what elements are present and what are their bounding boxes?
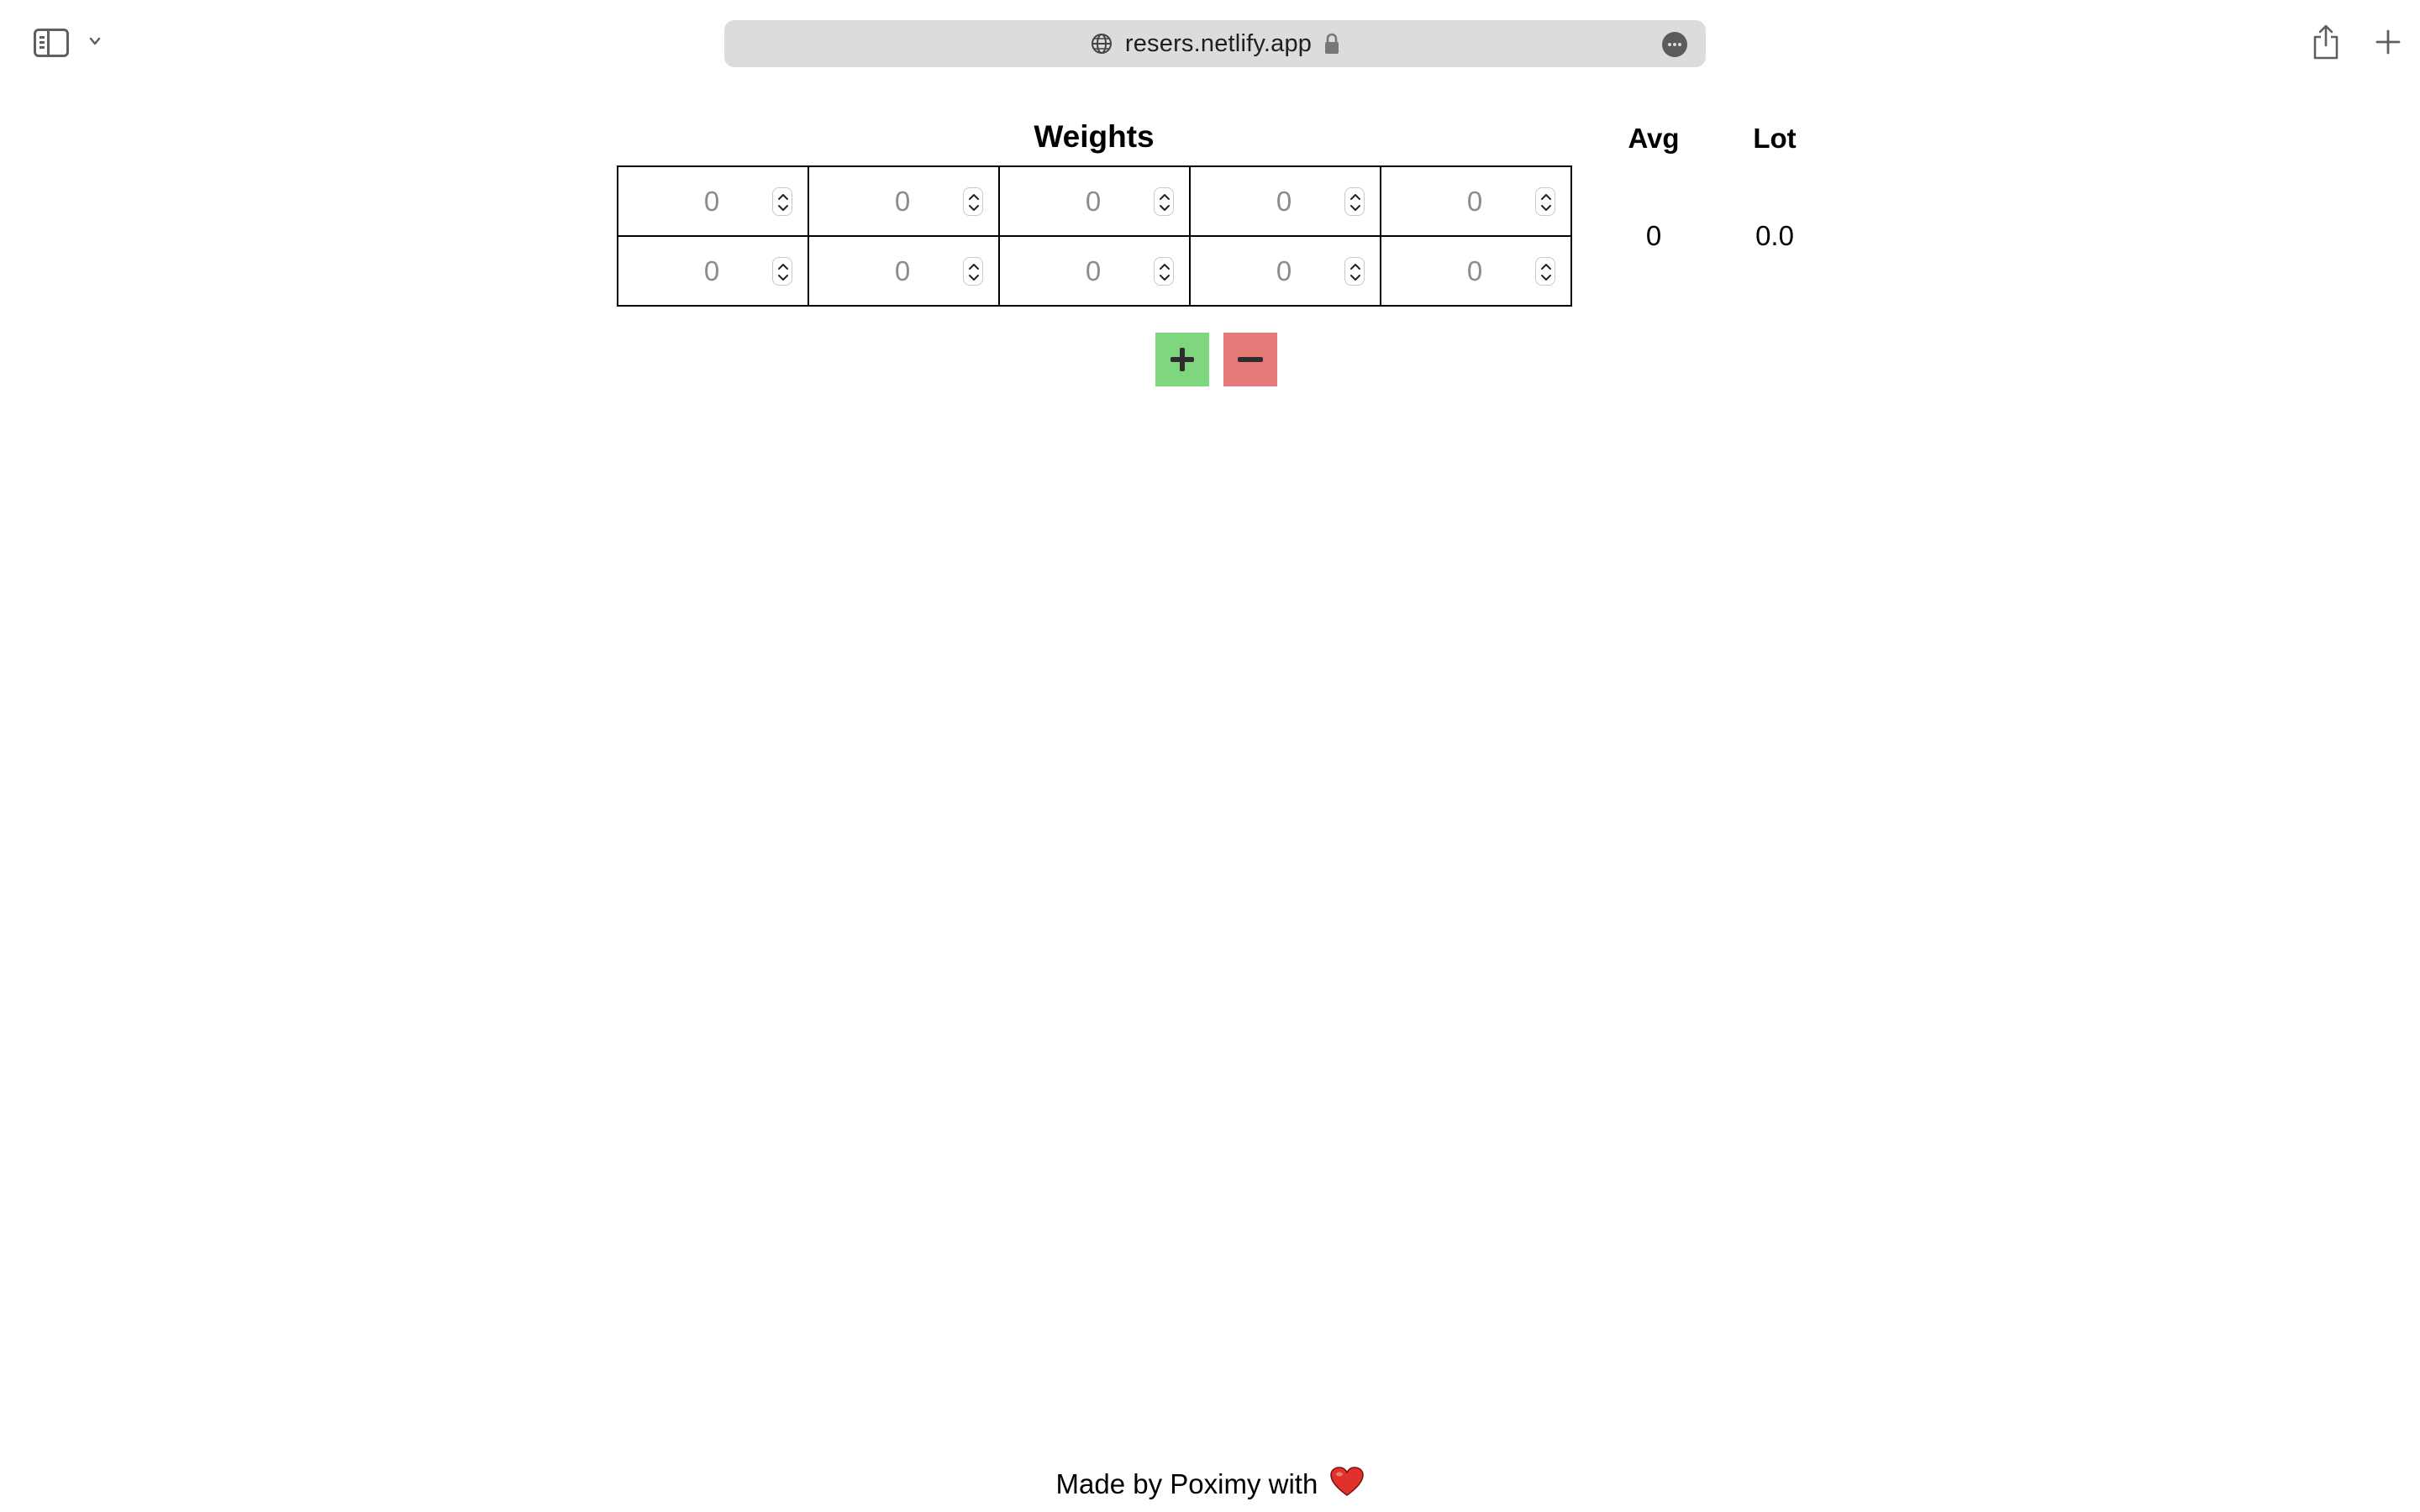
weight-cell[interactable]: 0 [617, 165, 809, 237]
lot-value: 0.0 [1755, 220, 1794, 251]
stepper-icon[interactable] [1535, 187, 1555, 216]
plus-icon[interactable] [2375, 29, 2402, 55]
stepper-icon[interactable] [1154, 187, 1174, 216]
weight-input[interactable]: 0 [1191, 237, 1357, 305]
footer: Made by Poximy with [0, 1467, 2420, 1500]
weight-input[interactable]: 0 [1381, 167, 1548, 235]
weight-cell[interactable]: 0 [998, 165, 1191, 237]
weight-input[interactable]: 0 [809, 167, 976, 235]
url-text[interactable]: resers.netlify.app [1125, 30, 1312, 58]
stepper-icon[interactable] [963, 257, 983, 286]
stepper-icon[interactable] [1344, 257, 1365, 286]
lock-icon [1325, 33, 1339, 54]
share-icon[interactable] [2311, 24, 2341, 60]
weight-cell[interactable]: 0 [808, 235, 1000, 307]
stepper-icon[interactable] [963, 187, 983, 216]
heart-icon [1330, 1467, 1365, 1496]
table-row: 0 0 0 0 0 [617, 235, 1572, 307]
weight-input[interactable]: 0 [809, 237, 976, 305]
avg-value: 0 [1645, 220, 1662, 251]
sidebar-toggle-icon[interactable] [34, 29, 69, 57]
weight-cell[interactable]: 0 [1380, 235, 1572, 307]
weight-cell[interactable]: 0 [617, 235, 809, 307]
weight-input[interactable]: 0 [1000, 237, 1166, 305]
add-row-button[interactable] [1155, 333, 1209, 386]
weight-cell[interactable]: 0 [1189, 235, 1381, 307]
browser-toolbar: resers.netlify.app [0, 0, 2420, 87]
table-row: 0 0 0 0 0 [617, 165, 1572, 237]
address-bar[interactable]: resers.netlify.app [724, 20, 1706, 67]
weight-cell[interactable]: 0 [998, 235, 1191, 307]
avg-label: Avg [1628, 123, 1680, 154]
weight-input[interactable]: 0 [1381, 237, 1548, 305]
weight-input[interactable]: 0 [1000, 167, 1166, 235]
weight-cell[interactable]: 0 [808, 165, 1000, 237]
weight-input[interactable]: 0 [1191, 167, 1357, 235]
stepper-icon[interactable] [772, 187, 792, 216]
stepper-icon[interactable] [1154, 257, 1174, 286]
stepper-icon[interactable] [772, 257, 792, 286]
weights-table: 0 0 0 0 0 0 0 0 0 0 [617, 165, 1572, 307]
weight-cell[interactable]: 0 [1189, 165, 1381, 237]
stepper-icon[interactable] [1535, 257, 1555, 286]
weight-input[interactable]: 0 [618, 237, 785, 305]
weight-cell[interactable]: 0 [1380, 165, 1572, 237]
footer-text: Made by Poximy with [1055, 1468, 1318, 1499]
globe-icon [1091, 34, 1112, 54]
more-icon[interactable] [1662, 32, 1687, 57]
remove-row-button[interactable] [1223, 333, 1277, 386]
weights-title: Weights [1034, 119, 1155, 154]
stepper-icon[interactable] [1344, 187, 1365, 216]
chevron-down-icon[interactable] [89, 35, 101, 47]
weight-input[interactable]: 0 [618, 167, 785, 235]
lot-label: Lot [1753, 123, 1797, 154]
